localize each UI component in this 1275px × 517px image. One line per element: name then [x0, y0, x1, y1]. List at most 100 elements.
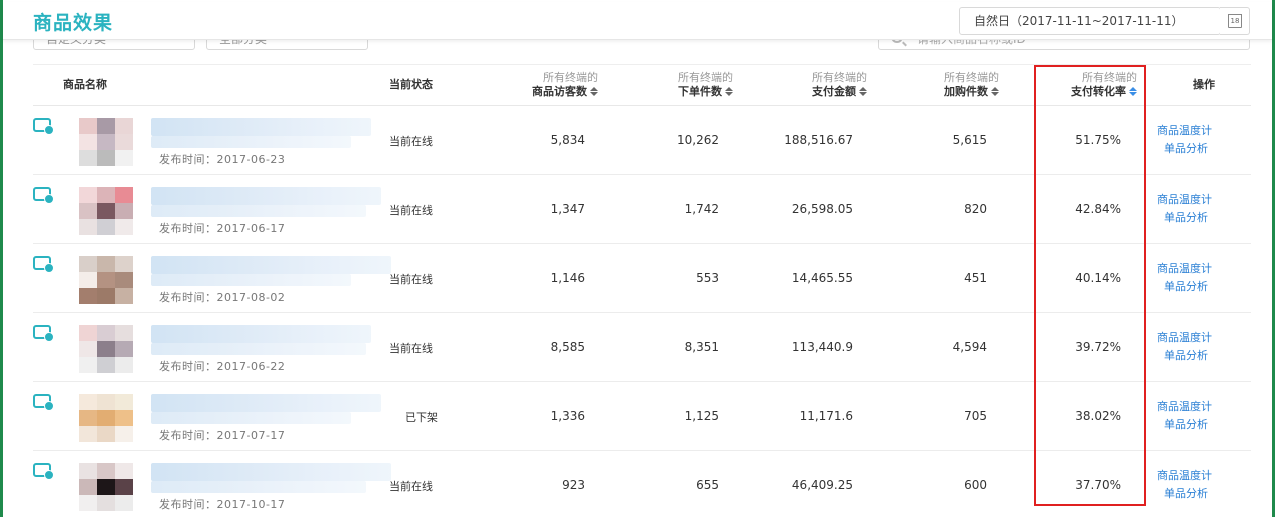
- table-row: 发布时间：2017-06-23 当前在线 5,834 10,262 188,51…: [33, 106, 1251, 175]
- publish-date: 发布时间：2017-06-22: [159, 360, 286, 373]
- temperature-link[interactable]: 商品温度计: [1157, 467, 1212, 483]
- orders-value: 1,742: [684, 202, 719, 216]
- table-row: 发布时间：2017-06-17 当前在线 1,347 1,742 26,598.…: [33, 175, 1251, 244]
- visitors-value: 923: [562, 478, 585, 492]
- product-title-blurred: [151, 205, 366, 217]
- orders-value: 8,351: [684, 340, 719, 354]
- temperature-link[interactable]: 商品温度计: [1157, 398, 1212, 414]
- status-label: 当前在线: [389, 480, 433, 493]
- cart-value: 4,594: [952, 340, 987, 354]
- product-icon: [33, 118, 54, 135]
- product-title-blurred: [151, 136, 351, 148]
- visitors-value: 8,585: [550, 340, 585, 354]
- analysis-link[interactable]: 单品分析: [1164, 347, 1208, 363]
- visitors-value: 1,347: [550, 202, 585, 216]
- page-header: 商品效果 自然日（2017-11-11~2017-11-11） 18: [3, 2, 1272, 40]
- conversion-value: 51.75%: [1075, 133, 1121, 147]
- sort-icon[interactable]: [725, 87, 733, 97]
- column-header-cart[interactable]: 所有终端的 加购件数: [944, 71, 999, 99]
- product-thumbnail[interactable]: [61, 321, 151, 373]
- visitors-value: 1,146: [550, 271, 585, 285]
- status-label: 当前在线: [389, 204, 433, 217]
- date-range-picker[interactable]: 自然日（2017-11-11~2017-11-11）: [959, 7, 1221, 35]
- payment-value: 14,465.55: [791, 271, 853, 285]
- calendar-button[interactable]: 18: [1220, 7, 1250, 35]
- product-title-blurred[interactable]: [151, 187, 381, 205]
- conversion-value: 37.70%: [1075, 478, 1121, 492]
- publish-date: 发布时间：2017-08-02: [159, 291, 286, 304]
- table-row: 发布时间：2017-07-17 已下架 1,336 1,125 11,171.6…: [33, 382, 1251, 451]
- analysis-link[interactable]: 单品分析: [1164, 140, 1208, 156]
- publish-date: 发布时间：2017-07-17: [159, 429, 286, 442]
- page-title: 商品效果: [33, 12, 114, 34]
- payment-value: 46,409.25: [791, 478, 853, 492]
- product-title-blurred[interactable]: [151, 325, 371, 343]
- product-title-blurred[interactable]: [151, 256, 391, 274]
- product-icon: [33, 463, 54, 480]
- temperature-link[interactable]: 商品温度计: [1157, 329, 1212, 345]
- calendar-icon: 18: [1228, 14, 1242, 28]
- conversion-value: 38.02%: [1075, 409, 1121, 423]
- column-header-actions: 操作: [1193, 78, 1215, 91]
- product-title-blurred[interactable]: [151, 394, 381, 412]
- conversion-value: 39.72%: [1075, 340, 1121, 354]
- conversion-value: 40.14%: [1075, 271, 1121, 285]
- table-header: 商品名称 当前状态 所有终端的 商品访客数 所有终端的 下单件数 所有终端的 支…: [33, 64, 1251, 106]
- filter-bar: 自定义分类 ﹀ 全部分类 ﹀ 请输入商品名称或ID: [3, 38, 1272, 52]
- publish-date: 发布时间：2017-06-17: [159, 222, 286, 235]
- payment-value: 11,171.6: [799, 409, 853, 423]
- product-icon: [33, 256, 54, 273]
- column-header-status: 当前状态: [389, 78, 433, 91]
- product-thumbnail[interactable]: [61, 459, 151, 511]
- chevron-down-icon: ﹀: [174, 38, 184, 47]
- product-title-blurred: [151, 274, 351, 286]
- publish-date: 发布时间：2017-06-23: [159, 153, 286, 166]
- orders-value: 655: [696, 478, 719, 492]
- status-label: 当前在线: [389, 135, 433, 148]
- sort-icon[interactable]: [590, 87, 598, 97]
- analysis-link[interactable]: 单品分析: [1164, 485, 1208, 501]
- cart-value: 600: [964, 478, 987, 492]
- product-title-blurred[interactable]: [151, 118, 371, 136]
- cart-value: 705: [964, 409, 987, 423]
- column-header-orders[interactable]: 所有终端的 下单件数: [678, 71, 733, 99]
- product-thumbnail[interactable]: [61, 183, 151, 235]
- product-title-blurred: [151, 412, 351, 424]
- product-title-blurred[interactable]: [151, 463, 391, 481]
- temperature-link[interactable]: 商品温度计: [1157, 191, 1212, 207]
- product-icon: [33, 187, 54, 204]
- product-icon: [33, 325, 54, 342]
- sort-icon[interactable]: [991, 87, 999, 97]
- conversion-value: 42.84%: [1075, 202, 1121, 216]
- publish-date: 发布时间：2017-10-17: [159, 498, 286, 511]
- product-thumbnail[interactable]: [61, 252, 151, 304]
- orders-value: 553: [696, 271, 719, 285]
- column-header-visitors[interactable]: 所有终端的 商品访客数: [532, 71, 598, 99]
- analysis-link[interactable]: 单品分析: [1164, 209, 1208, 225]
- status-label: 当前在线: [389, 342, 433, 355]
- orders-value: 10,262: [677, 133, 719, 147]
- temperature-link[interactable]: 商品温度计: [1157, 122, 1212, 138]
- product-title-blurred: [151, 481, 366, 493]
- column-header-conversion[interactable]: 所有终端的 支付转化率: [1071, 71, 1137, 99]
- payment-value: 26,598.05: [791, 202, 853, 216]
- table-row: 发布时间：2017-06-22 当前在线 8,585 8,351 113,440…: [33, 313, 1251, 382]
- analysis-link[interactable]: 单品分析: [1164, 416, 1208, 432]
- product-thumbnail[interactable]: [61, 390, 151, 442]
- temperature-link[interactable]: 商品温度计: [1157, 260, 1212, 276]
- cart-value: 820: [964, 202, 987, 216]
- product-thumbnail[interactable]: [61, 114, 151, 166]
- payment-value: 188,516.67: [784, 133, 853, 147]
- orders-value: 1,125: [684, 409, 719, 423]
- product-title-blurred: [151, 343, 366, 355]
- analysis-link[interactable]: 单品分析: [1164, 278, 1208, 294]
- visitors-value: 5,834: [550, 133, 585, 147]
- cart-value: 451: [964, 271, 987, 285]
- column-header-product-name: 商品名称: [63, 78, 107, 91]
- column-header-payment[interactable]: 所有终端的 支付金额: [812, 71, 867, 99]
- status-label: 已下架: [405, 411, 438, 424]
- table-row: 发布时间：2017-08-02 当前在线 1,146 553 14,465.55…: [33, 244, 1251, 313]
- product-icon: [33, 394, 54, 411]
- sort-icon[interactable]: [1129, 87, 1137, 97]
- sort-icon[interactable]: [859, 87, 867, 97]
